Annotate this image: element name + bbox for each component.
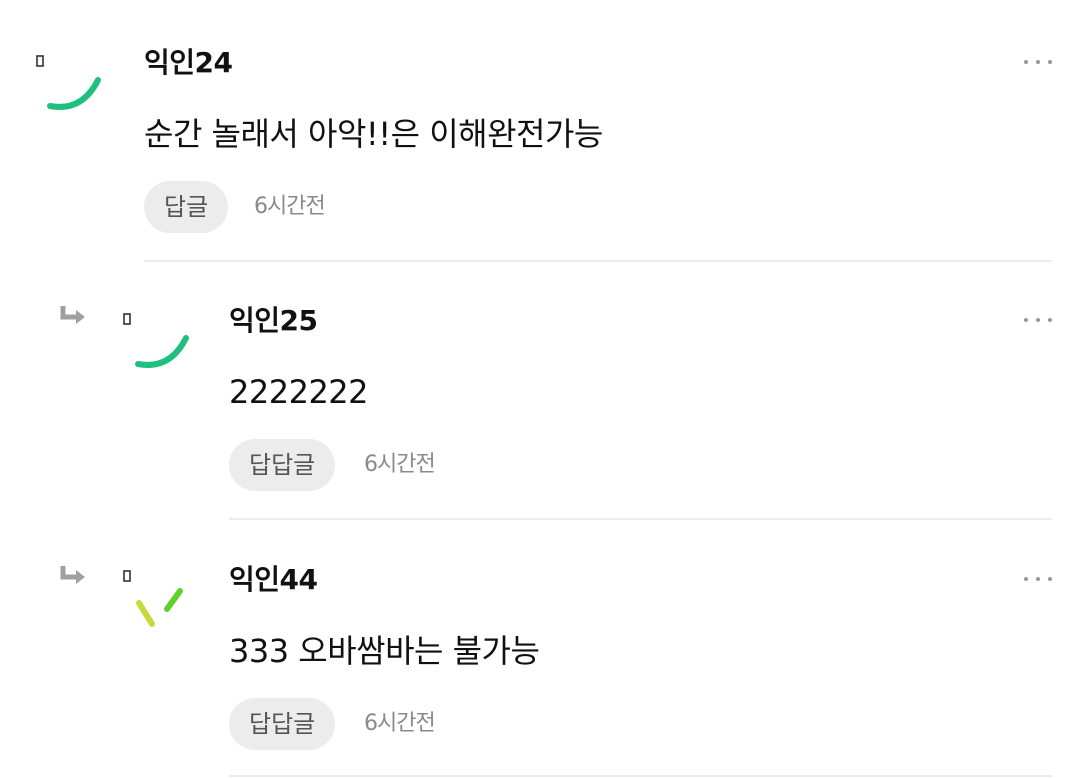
timestamp: 6시간전 bbox=[254, 194, 326, 219]
timestamp: 6시간전 bbox=[364, 452, 436, 477]
author-name[interactable]: 익인44 bbox=[229, 563, 318, 597]
comment-text: 333 오바쌈바는 불가능 bbox=[229, 632, 540, 670]
comment-text: 순간 놀래서 아악!!은 이해완전가능 bbox=[144, 115, 603, 153]
avatar[interactable] bbox=[126, 579, 198, 651]
reply-button[interactable]: 답답글 bbox=[229, 439, 336, 491]
divider bbox=[229, 775, 1052, 777]
rank-mark-icon bbox=[123, 567, 131, 582]
author-name[interactable]: 익인24 bbox=[144, 46, 233, 80]
reply-arrow-icon bbox=[60, 304, 88, 328]
reply-button[interactable]: 답글 bbox=[144, 181, 229, 233]
avatar[interactable] bbox=[38, 50, 110, 122]
more-options-icon[interactable] bbox=[1024, 571, 1052, 587]
comment-item: 익인24 순간 놀래서 아악!!은 이해완전가능 답글 6시간전 bbox=[0, 0, 1080, 262]
reply-comment-item: 익인25 2222222 답답글 6시간전 bbox=[0, 258, 1080, 520]
timestamp: 6시간전 bbox=[364, 711, 436, 736]
more-options-icon[interactable] bbox=[1024, 54, 1052, 70]
reply-button[interactable]: 답답글 bbox=[229, 698, 336, 750]
reply-arrow-icon bbox=[60, 564, 88, 588]
more-options-icon[interactable] bbox=[1024, 312, 1052, 328]
reply-comment-item: 익인44 333 오바쌈바는 불가능 답답글 6시간전 bbox=[0, 517, 1080, 777]
author-name[interactable]: 익인25 bbox=[229, 304, 318, 338]
comment-text: 2222222 bbox=[229, 373, 369, 411]
avatar[interactable] bbox=[126, 308, 198, 380]
